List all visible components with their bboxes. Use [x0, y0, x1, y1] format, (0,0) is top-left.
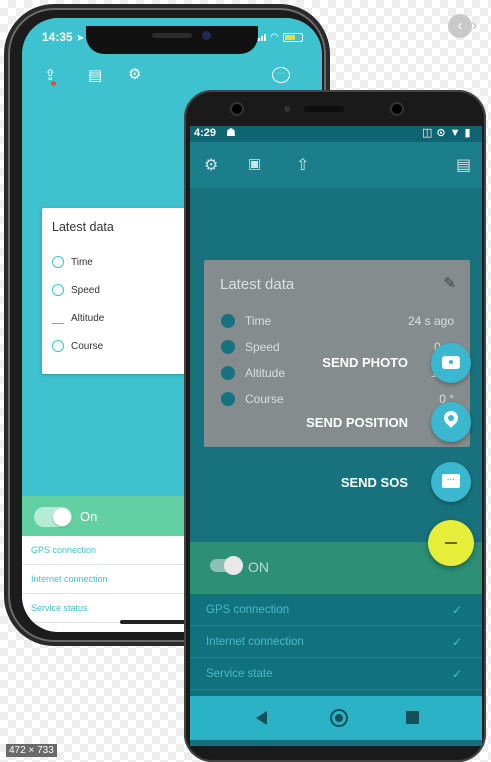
secondary-camera: [390, 102, 404, 116]
send-photo-label[interactable]: SEND PHOTO: [300, 355, 408, 370]
send-photo-button[interactable]: [431, 343, 471, 383]
camera-icon: [442, 356, 460, 369]
row-time: Time: [52, 256, 93, 268]
gear-icon[interactable]: ⚙: [128, 65, 141, 83]
android-status-list: GPS connection ✓ Internet connection ✓ S…: [190, 594, 482, 696]
status-icons: ◫⊙▼▮: [422, 127, 475, 139]
location-pin-icon: [441, 408, 461, 428]
front-camera: [202, 31, 211, 40]
volume-up-button: [4, 148, 8, 192]
back-icon[interactable]: [256, 711, 267, 725]
list-label: Internet connection: [206, 636, 304, 648]
list-item-gps[interactable]: GPS connection ✓: [190, 594, 482, 626]
chat-icon[interactable]: ···: [272, 67, 290, 83]
row-speed: Speed: [52, 284, 100, 296]
home-icon[interactable]: [330, 709, 348, 727]
mute-switch: [4, 104, 8, 124]
row-value: 24 s ago: [407, 314, 454, 328]
check-icon: ✓: [451, 667, 462, 681]
wifi-icon: ◠: [270, 32, 279, 43]
gear-icon[interactable]: ⚙: [204, 155, 218, 175]
row-label: Course: [71, 340, 104, 352]
sensor-dot: [284, 106, 290, 112]
clock-icon: [52, 256, 64, 268]
message-icon[interactable]: ▤: [456, 155, 471, 175]
toggle-label: ON: [248, 559, 269, 575]
camera-video-icon[interactable]: ▣: [248, 155, 261, 172]
send-position-button[interactable]: [431, 402, 471, 442]
send-position-label[interactable]: SEND POSITION: [290, 415, 408, 430]
battery-icon: [282, 33, 303, 42]
minus-icon: [445, 542, 457, 544]
send-sos-label[interactable]: SEND SOS: [320, 475, 408, 490]
ios-status-bar: 14:35 ➤: [42, 30, 84, 44]
pencil-icon[interactable]: ✎: [443, 274, 456, 292]
row-label: Course: [245, 392, 284, 406]
ios-status-time: 14:35: [42, 30, 73, 44]
volume-down-button: [4, 204, 8, 248]
list-item-service[interactable]: Service state ✓: [190, 658, 482, 690]
latest-data-card: Latest data Time Speed Altitude Course: [42, 208, 192, 374]
android-toolbar: ⚙ ▣ ⇧ ▤: [190, 142, 482, 188]
row-altitude: Altitude: [221, 366, 285, 380]
recents-icon[interactable]: [406, 711, 419, 724]
location-arrow-icon: ➤: [76, 33, 85, 44]
android-status-time: 4:29: [194, 127, 217, 139]
row-altitude: Altitude: [52, 312, 104, 324]
chevron-right-icon[interactable]: ›: [472, 14, 486, 38]
mountain-icon: [221, 366, 235, 380]
android-nav-bar: [190, 696, 482, 740]
mountain-icon: [52, 312, 64, 324]
speedometer-icon: [52, 284, 64, 296]
check-icon: ✓: [451, 635, 462, 649]
earpiece: [152, 33, 192, 38]
image-size-badge: 472 × 733: [6, 744, 57, 757]
front-camera: [230, 102, 244, 116]
close-icon[interactable]: ‹: [448, 14, 472, 38]
fab-menu-button[interactable]: [428, 520, 474, 566]
speedometer-icon: [221, 340, 235, 354]
row-label: Speed: [245, 340, 280, 354]
android-status-bar: 4:29 ☗ ◫⊙▼▮: [190, 126, 482, 142]
ios-status-indicators: ◠: [258, 32, 303, 43]
row-label: Time: [71, 256, 93, 268]
list-item-internet[interactable]: Internet connection ✓: [190, 626, 482, 658]
list-label: Service state: [206, 668, 273, 680]
earpiece: [304, 106, 344, 112]
compass-icon: [221, 392, 235, 406]
notch: [86, 26, 258, 54]
row-label: Altitude: [245, 366, 286, 380]
row-course: Course: [52, 340, 103, 352]
toggle-label: On: [80, 509, 98, 524]
row-speed: Speed: [221, 340, 280, 354]
check-icon: ✓: [451, 603, 462, 617]
android-robot-icon: ☗: [226, 127, 236, 139]
send-sos-button[interactable]: ···: [431, 462, 471, 502]
compass-icon: [52, 340, 64, 352]
chat-bubble-icon: ···: [442, 474, 460, 488]
toggle-knob: [224, 556, 243, 575]
row-time: Time: [221, 314, 271, 328]
alert-dot: [51, 81, 56, 86]
row-label: Altitude: [71, 312, 105, 324]
row-label: Speed: [71, 284, 100, 296]
card-title: Latest data: [52, 220, 114, 234]
row-label: Time: [245, 314, 272, 328]
clipboard-icon[interactable]: ▤: [88, 66, 102, 84]
tracking-toggle[interactable]: [34, 507, 72, 527]
card-title: Latest data: [220, 276, 295, 293]
row-course: Course: [221, 392, 284, 406]
tracking-toggle[interactable]: [210, 556, 243, 575]
upload-icon[interactable]: ⇧: [296, 155, 309, 175]
toggle-knob: [53, 508, 71, 526]
cellular-signal-icon: [258, 34, 266, 41]
clock-icon: [221, 314, 235, 328]
list-label: GPS connection: [206, 604, 290, 616]
